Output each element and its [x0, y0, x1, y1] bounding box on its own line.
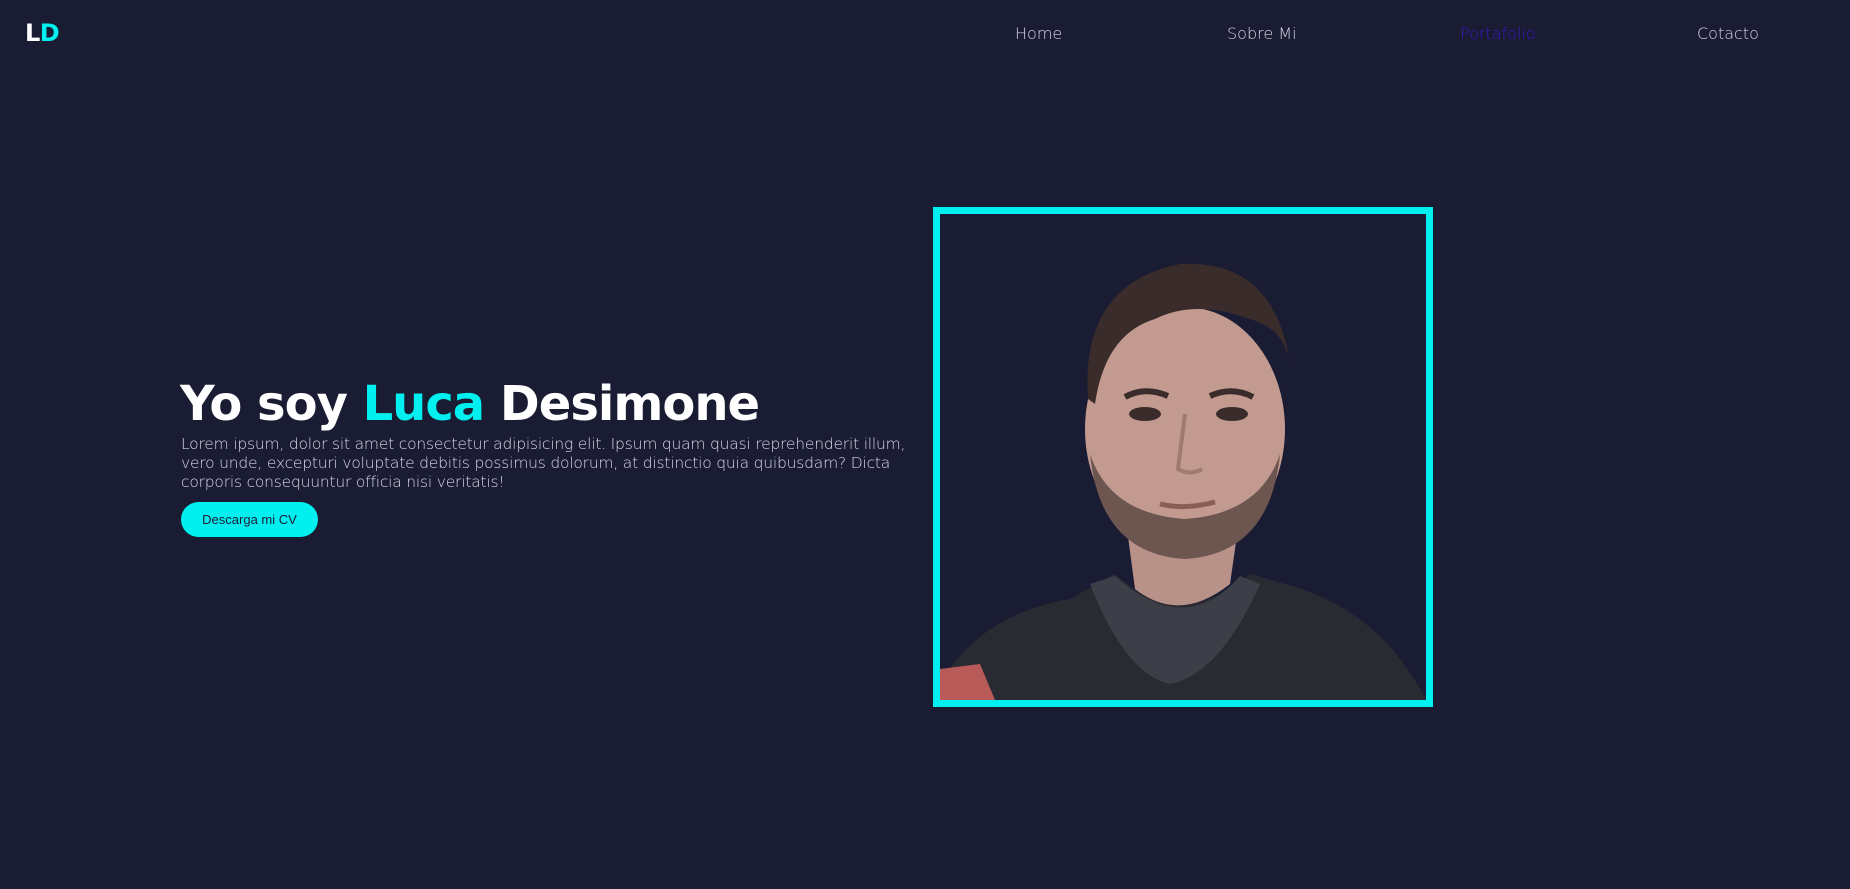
nav-link-sobre-mi[interactable]: Sobre Mi — [1227, 24, 1297, 43]
logo-letter-l: L — [25, 19, 40, 47]
logo-letter-d: D — [39, 19, 60, 47]
profile-photo-frame — [933, 207, 1433, 707]
logo[interactable]: LD — [25, 19, 60, 47]
hero-title: Yo soy Luca Desimone — [180, 376, 760, 432]
navbar: LD Home Sobre Mi Portafolio Cotacto — [0, 0, 1850, 70]
hero-title-name: Luca — [362, 376, 486, 432]
download-cv-button[interactable]: Descarga mi CV — [181, 502, 318, 537]
hero-title-prefix: Yo soy — [180, 376, 363, 432]
nav-link-contacto[interactable]: Cotacto — [1697, 24, 1759, 43]
nav-link-portafolio[interactable]: Portafolio — [1460, 24, 1536, 43]
hero-title-surname: Desimone — [484, 376, 760, 432]
profile-photo — [940, 263, 1426, 700]
hero-description: Lorem ipsum, dolor sit amet consectetur … — [181, 435, 906, 491]
nav-link-home[interactable]: Home — [1015, 24, 1062, 43]
